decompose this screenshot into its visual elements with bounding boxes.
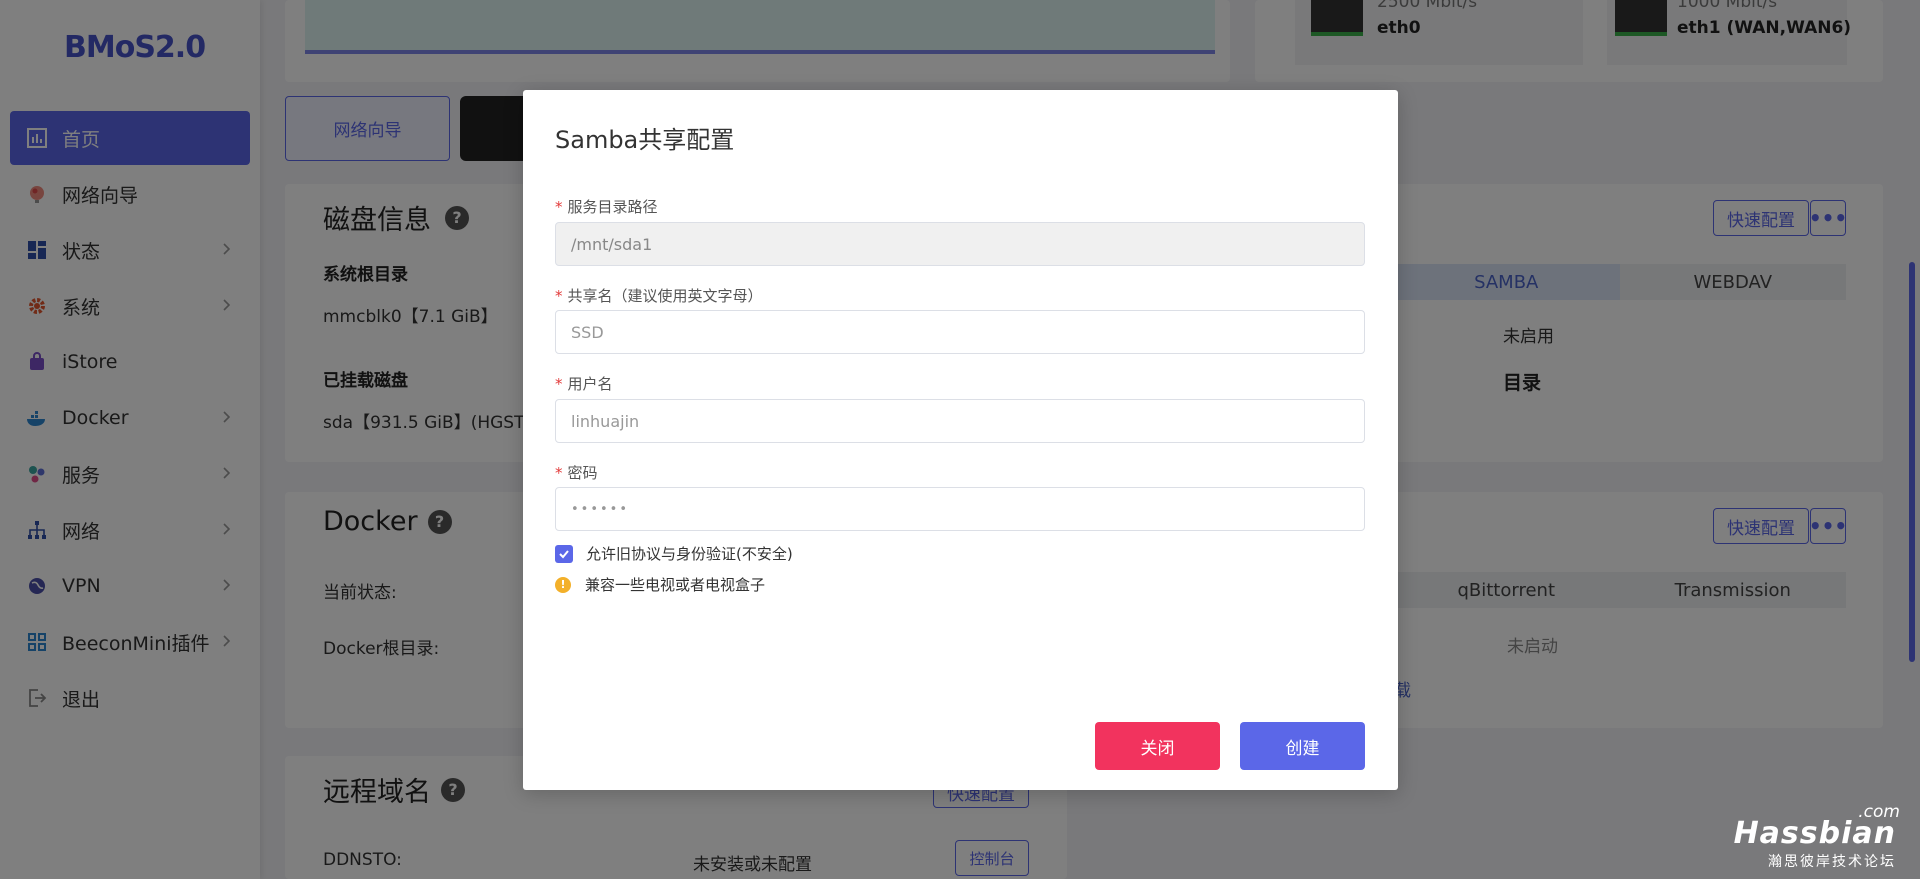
legacy-protocol-option[interactable]: 允许旧协议与身份验证(不安全) — [555, 543, 793, 564]
checkmark-icon — [559, 549, 569, 558]
compat-warning: ! 兼容一些电视或者电视盒子 — [555, 574, 765, 595]
password-input[interactable]: •••••• — [555, 487, 1365, 531]
watermark: .com Hassbian 瀚思彼岸技术论坛 — [1734, 802, 1900, 871]
warning-text: 兼容一些电视或者电视盒子 — [585, 576, 766, 594]
create-button[interactable]: 创建 — [1240, 722, 1365, 770]
watermark-com: .com — [1858, 802, 1900, 822]
watermark-sub: 瀚思彼岸技术论坛 — [1768, 854, 1896, 870]
field-label-password: * 密码 — [555, 464, 598, 482]
samba-config-dialog: Samba共享配置 * 服务目录路径 /mnt/sda1 * 共享名（建议使用英文字… — [523, 90, 1398, 790]
warning-icon: ! — [555, 576, 571, 593]
share-path-input[interactable]: /mnt/sda1 — [555, 222, 1365, 266]
field-label-share-name: * 共享名（建议使用英文字母） — [555, 287, 763, 305]
field-label-username: * 用户名 — [555, 375, 613, 393]
dialog-title: Samba共享配置 — [555, 126, 735, 154]
close-button[interactable]: 关闭 — [1095, 722, 1220, 770]
share-name-input[interactable]: SSD — [555, 310, 1365, 354]
checkbox-label: 允许旧协议与身份验证(不安全) — [586, 545, 793, 563]
field-label-path: * 服务目录路径 — [555, 198, 658, 216]
legacy-protocol-checkbox[interactable] — [555, 544, 573, 563]
username-input[interactable]: linhuajin — [555, 399, 1365, 443]
